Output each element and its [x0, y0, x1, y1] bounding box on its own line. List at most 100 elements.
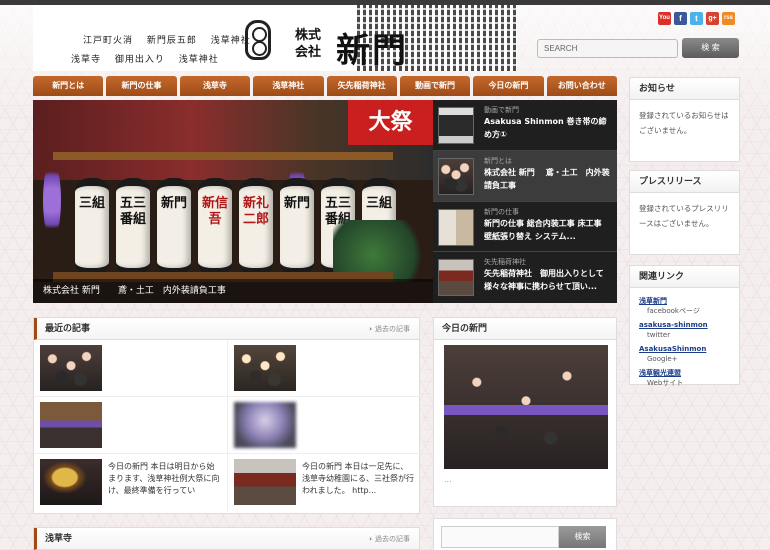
brand-name: 新門 — [336, 31, 408, 71]
news-title: お知らせ — [630, 78, 739, 100]
list-item[interactable]: 今日の新門 本日は一足先に、浅草寺幼稚園にる、三社祭が行われました。 http.… — [227, 454, 420, 511]
kabushiki-bottom: 会社 — [295, 45, 322, 60]
nav-item-sensoji[interactable]: 浅草寺 — [179, 76, 251, 96]
motto-line-1: 江戸町火消 新門辰五郎 浅草神社 — [83, 33, 251, 46]
list-item[interactable] — [34, 397, 227, 454]
today-photo[interactable] — [444, 345, 608, 469]
today-panel: 今日の新門 ... — [433, 317, 617, 507]
nav-item-video[interactable]: 動画で新門 — [399, 76, 471, 96]
motto-1b: 新門辰五郎 — [146, 36, 197, 46]
featured-title: Asakusa Shinmon 巻き帯の締め方① — [484, 117, 607, 139]
featured-item[interactable]: 動画で新門 Asakusa Shinmon 巻き帯の締め方① — [433, 100, 617, 151]
today-header: 今日の新門 — [434, 318, 616, 340]
featured-item[interactable]: 新門とは 株式会社 新門 鳶・土工 内外装請負工事 — [433, 150, 617, 202]
press-body: 登録されているプレスリリースはございません。 — [639, 204, 729, 228]
news-body: 登録されているお知らせはございません。 — [639, 111, 729, 135]
link-item: asakusa-shinmon twitter — [639, 320, 730, 340]
lantern: 三組 — [75, 178, 109, 276]
motto-2b: 御用出入り — [114, 55, 165, 65]
lantern: 新信吾 — [198, 178, 232, 276]
post-text: 今日の新門 本日は明日から始まります、浅草神社例大祭に向け、最終準備を行ってい — [108, 462, 220, 495]
googleplus-icon[interactable]: g+ — [706, 12, 719, 25]
featured-title: 新門の仕事 総合内装工事 床工事 壁紙張り替え システム... — [484, 218, 602, 241]
nav-item-about[interactable]: 新門とは — [33, 76, 104, 96]
today-more: ... — [444, 475, 452, 484]
link-sub: Webサイト — [647, 379, 684, 387]
site-logo[interactable]: 江戸町火消 新門辰五郎 浅草神社 浅草寺 御用出入り 浅草神社 株式 会社 新門 — [33, 5, 517, 71]
link-googleplus[interactable]: AsakusaShinmon — [639, 345, 706, 353]
motto-2c: 浅草神社 — [178, 55, 219, 65]
post-thumb — [234, 459, 296, 505]
featured-thumb — [438, 107, 474, 144]
sensoji-header: 浅草寺 過去の記事 — [34, 528, 419, 550]
kabushiki-top: 株式 — [295, 28, 322, 43]
search-input[interactable]: SEARCH — [537, 39, 678, 58]
post-text: 今日の新門 本日は一足先に、浅草寺幼稚園にる、三社祭が行われました。 http.… — [302, 462, 414, 495]
link-sub: Google+ — [647, 355, 678, 363]
post-thumb — [234, 345, 296, 391]
lantern-label: 三組 — [78, 196, 105, 211]
lantern-label: 新門 — [160, 196, 187, 211]
list-item[interactable] — [227, 340, 420, 397]
sensoji-panel: 浅草寺 過去の記事 — [33, 527, 420, 550]
lantern: 五三番組 — [116, 178, 150, 276]
link-item: AsakusaShinmon Google+ — [639, 344, 730, 364]
main-nav: 新門とは 新門の仕事 浅草寺 浅草神社 矢先稲荷神社 動画で新門 今日の新門 お… — [33, 76, 617, 96]
links-box: 関連リンク 浅草新門 facebookページ asakusa-shinmon t… — [629, 265, 740, 388]
bottom-search-button[interactable]: 検索 — [559, 526, 606, 548]
wisteria-decoration — [43, 160, 61, 240]
recent-posts-more-link[interactable]: 過去の記事 — [369, 318, 410, 340]
nav-item-asakusa-shrine[interactable]: 浅草神社 — [253, 76, 324, 96]
featured-thumb — [438, 157, 474, 195]
social-links: You f t g+ rss — [658, 12, 735, 25]
link-twitter[interactable]: asakusa-shinmon — [639, 321, 708, 329]
lantern-label: 三組 — [365, 196, 392, 211]
links-title: 関連リンク — [630, 266, 739, 288]
post-thumb — [40, 345, 102, 391]
featured-title: 株式会社 新門 鳶・土工 内外装請負工事 — [484, 167, 610, 190]
bottom-search-input[interactable] — [441, 526, 559, 548]
featured-thumb — [438, 259, 474, 297]
search-button[interactable]: 検 索 — [682, 38, 739, 58]
hero-caption: 株式会社 新門 鳶・土工 内外装請負工事 — [33, 279, 433, 303]
nav-item-yasaki-inari[interactable]: 矢先稲荷神社 — [326, 76, 397, 96]
sensoji-title: 浅草寺 — [45, 534, 73, 544]
lantern-label: 五三番組 — [119, 196, 146, 227]
youtube-icon[interactable]: You — [658, 12, 671, 25]
featured-category: 矢先稲荷神社 — [484, 258, 526, 267]
link-tourism[interactable]: 浅草観光連盟 — [639, 369, 681, 377]
twitter-icon[interactable]: t — [690, 12, 703, 25]
featured-list: 動画で新門 Asakusa Shinmon 巻き帯の締め方① 新門とは 株式会社… — [433, 100, 617, 303]
recent-posts-grid: 今日の新門 本日は明日から始まります、浅草神社例大祭に向け、最終準備を行ってい … — [34, 340, 420, 512]
link-facebook[interactable]: 浅草新門 — [639, 297, 667, 305]
press-title: プレスリリース — [630, 171, 739, 193]
lantern: 新門 — [157, 178, 191, 276]
lantern: 新礼二郎 — [239, 178, 273, 276]
lantern-label: 新礼二郎 — [242, 196, 269, 227]
facebook-icon[interactable]: f — [674, 12, 687, 25]
press-box: プレスリリース 登録されているプレスリリースはございません。 — [629, 170, 740, 255]
nav-item-work[interactable]: 新門の仕事 — [106, 76, 177, 96]
featured-item[interactable]: 新門の仕事 新門の仕事 総合内装工事 床工事 壁紙張り替え システム... — [433, 202, 617, 253]
featured-category: 新門とは — [484, 156, 512, 165]
post-thumb — [234, 402, 296, 448]
sensoji-more-link[interactable]: 過去の記事 — [369, 528, 410, 550]
list-item[interactable] — [227, 397, 420, 454]
lantern-label: 新信吾 — [201, 196, 228, 227]
post-thumb — [40, 402, 102, 448]
news-box: お知らせ 登録されているお知らせはございません。 — [629, 77, 740, 162]
list-item[interactable] — [34, 340, 227, 397]
festival-banner: 大祭 — [348, 100, 433, 145]
hero-slideshow[interactable]: 大祭 三組 五三番組 新門 新信吾 新礼二郎 新門 五三番組 三組 株式会社 新… — [33, 100, 433, 303]
link-item: 浅草観光連盟 Webサイト — [639, 368, 730, 388]
rss-icon[interactable]: rss — [722, 12, 735, 25]
lantern-label: 新門 — [283, 196, 310, 211]
today-photo-banner — [444, 405, 608, 415]
recent-posts-panel: 最近の記事 過去の記事 今日の新門 本日は明日から始まります、浅草神社例大祭に向… — [33, 317, 420, 514]
nav-item-today[interactable]: 今日の新門 — [473, 76, 544, 96]
list-item[interactable]: 今日の新門 本日は明日から始まります、浅草神社例大祭に向け、最終準備を行ってい — [34, 454, 227, 511]
post-thumb — [40, 459, 102, 505]
nav-item-contact[interactable]: お問い合わせ — [546, 76, 617, 96]
kabushiki-label: 株式 会社 — [295, 27, 321, 61]
featured-item[interactable]: 矢先稲荷神社 矢先稲荷神社 御用出入りとして様々な神事に携わらせて頂い... — [433, 252, 617, 303]
